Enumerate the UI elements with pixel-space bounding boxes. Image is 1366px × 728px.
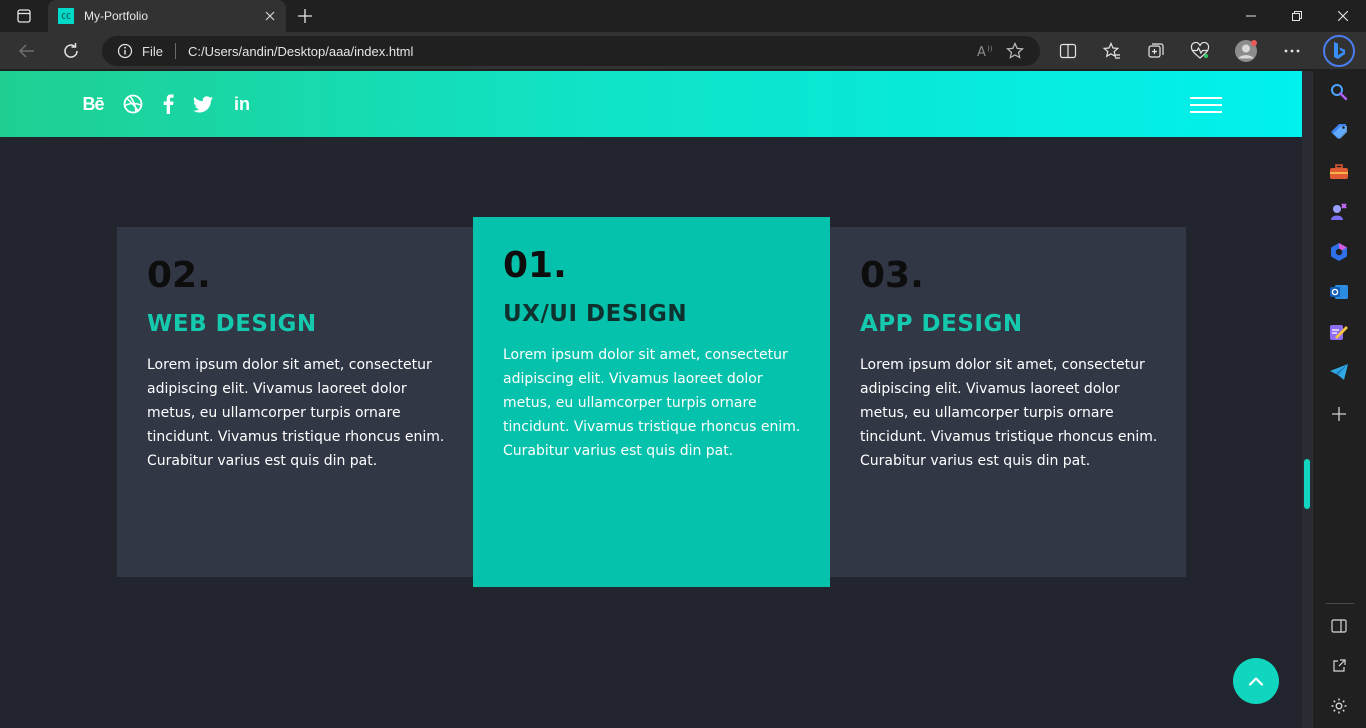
hide-sidebar-button[interactable] xyxy=(1326,613,1352,639)
address-scheme-label: File xyxy=(142,43,163,59)
hamburger-menu-button[interactable] xyxy=(1190,95,1222,115)
sidebar-shopping-button[interactable] xyxy=(1326,119,1352,145)
page-scrollbar[interactable] xyxy=(1302,71,1312,728)
site-header: Bē in xyxy=(0,71,1302,137)
address-divider xyxy=(174,43,176,59)
twitter-icon[interactable] xyxy=(192,93,214,115)
close-icon xyxy=(265,11,275,21)
minimize-icon xyxy=(1246,15,1256,17)
favorite-button[interactable] xyxy=(1000,36,1030,66)
close-window-button[interactable] xyxy=(1320,0,1366,32)
scroll-to-top-button[interactable] xyxy=(1233,658,1279,704)
external-link-icon xyxy=(1333,659,1346,672)
back-button[interactable] xyxy=(12,36,42,66)
browser-toolbar: File C:/Users/andin/Desktop/aaa/index.ht… xyxy=(0,32,1366,70)
linkedin-label: in xyxy=(234,93,250,114)
sidebar-divider xyxy=(1326,603,1354,604)
card-description: Lorem ipsum dolor sit amet, consectetur … xyxy=(860,357,1158,469)
search-icon xyxy=(1331,84,1348,101)
read-aloud-button[interactable]: A)) xyxy=(970,36,1000,66)
more-icon xyxy=(1284,49,1300,53)
scrollbar-thumb[interactable] xyxy=(1304,459,1310,509)
bing-icon xyxy=(1323,35,1355,67)
card-number: 02. xyxy=(147,255,211,296)
sidebar-designer-button[interactable] xyxy=(1326,319,1352,345)
designer-icon xyxy=(1330,325,1348,340)
toolbox-icon xyxy=(1330,164,1348,179)
sidebar-search-button[interactable] xyxy=(1326,79,1352,105)
service-card-web-design: 02. WEB DESIGN Lorem ipsum dolor sit ame… xyxy=(117,227,474,577)
sidebar-telegram-button[interactable] xyxy=(1326,359,1352,385)
new-tab-button[interactable] xyxy=(292,4,318,28)
tab-title: My-Portfolio xyxy=(84,9,149,23)
microsoft365-icon xyxy=(1331,243,1347,261)
sidebar-panel-icon xyxy=(1331,619,1347,633)
profile-button[interactable] xyxy=(1231,36,1261,66)
sidebar-games-button[interactable] xyxy=(1326,199,1352,225)
card-description: Lorem ipsum dolor sit amet, consectetur … xyxy=(503,347,801,459)
plus-icon xyxy=(298,9,312,23)
open-external-button[interactable] xyxy=(1326,653,1352,679)
collections-icon xyxy=(1148,43,1164,58)
svg-text:)): )) xyxy=(987,45,993,53)
restore-button[interactable] xyxy=(1274,0,1320,32)
read-aloud-icon: A)) xyxy=(977,45,993,59)
sidebar-tools-button[interactable] xyxy=(1326,159,1352,185)
card-description: Lorem ipsum dolor sit amet, consectetur … xyxy=(147,357,445,469)
facebook-icon[interactable] xyxy=(160,93,176,115)
address-bar[interactable]: File C:/Users/andin/Desktop/aaa/index.ht… xyxy=(102,36,1040,66)
sidebar-microsoft365-button[interactable] xyxy=(1326,239,1352,265)
sidebar-add-button[interactable] xyxy=(1326,401,1352,427)
restore-icon xyxy=(1292,11,1302,21)
chevron-up-icon xyxy=(1248,677,1264,686)
refresh-icon xyxy=(64,43,78,58)
behance-icon[interactable]: Bē xyxy=(80,93,106,115)
tab-close-button[interactable] xyxy=(260,6,280,26)
minimize-button[interactable] xyxy=(1228,0,1274,32)
site-favicon: CC xyxy=(58,8,74,24)
avatar-icon xyxy=(1235,40,1257,62)
plus-icon xyxy=(1332,407,1346,421)
shopping-tag-icon xyxy=(1331,124,1347,139)
close-icon xyxy=(1338,11,1348,21)
webpage-viewport: Bē in 02. WEB DESIGN Lorem ipsum dolor s… xyxy=(0,71,1302,728)
card-number: 03. xyxy=(860,255,924,296)
split-screen-button[interactable] xyxy=(1053,36,1083,66)
collections-button[interactable] xyxy=(1141,36,1171,66)
edge-sidebar xyxy=(1312,71,1366,728)
dribbble-icon[interactable] xyxy=(122,93,144,115)
service-card-ux-ui-design: 01. UX/UI DESIGN Lorem ipsum dolor sit a… xyxy=(473,217,830,587)
star-icon xyxy=(1006,42,1024,59)
heart-pulse-icon xyxy=(1190,42,1210,59)
favorites-button[interactable] xyxy=(1097,36,1127,66)
browser-titlebar: CC My-Portfolio xyxy=(0,0,1366,32)
tab-my-portfolio[interactable]: CC My-Portfolio xyxy=(48,0,286,32)
tab-actions-icon xyxy=(17,9,31,23)
linkedin-icon[interactable]: in xyxy=(230,93,254,115)
sidebar-settings-button[interactable] xyxy=(1326,693,1352,719)
outlook-icon xyxy=(1330,285,1348,299)
card-title: APP DESIGN xyxy=(860,311,1023,337)
refresh-button[interactable] xyxy=(56,36,86,66)
card-title: WEB DESIGN xyxy=(147,311,317,337)
split-screen-icon xyxy=(1059,43,1077,59)
more-options-button[interactable] xyxy=(1277,36,1307,66)
service-card-app-design: 03. APP DESIGN Lorem ipsum dolor sit ame… xyxy=(830,227,1186,577)
card-title: UX/UI DESIGN xyxy=(503,301,688,327)
browser-essentials-button[interactable] xyxy=(1185,36,1215,66)
svg-text:A: A xyxy=(977,45,986,59)
url-text[interactable]: C:/Users/andin/Desktop/aaa/index.html xyxy=(188,44,970,59)
card-number: 01. xyxy=(503,245,567,286)
send-icon xyxy=(1330,364,1348,380)
favorites-icon xyxy=(1103,42,1120,59)
back-arrow-icon xyxy=(18,44,34,58)
bing-copilot-button[interactable] xyxy=(1322,34,1356,68)
info-icon[interactable] xyxy=(116,42,134,60)
sidebar-outlook-button[interactable] xyxy=(1326,279,1352,305)
gear-icon xyxy=(1331,698,1347,714)
games-icon xyxy=(1331,203,1347,220)
tab-actions-button[interactable] xyxy=(8,4,40,28)
